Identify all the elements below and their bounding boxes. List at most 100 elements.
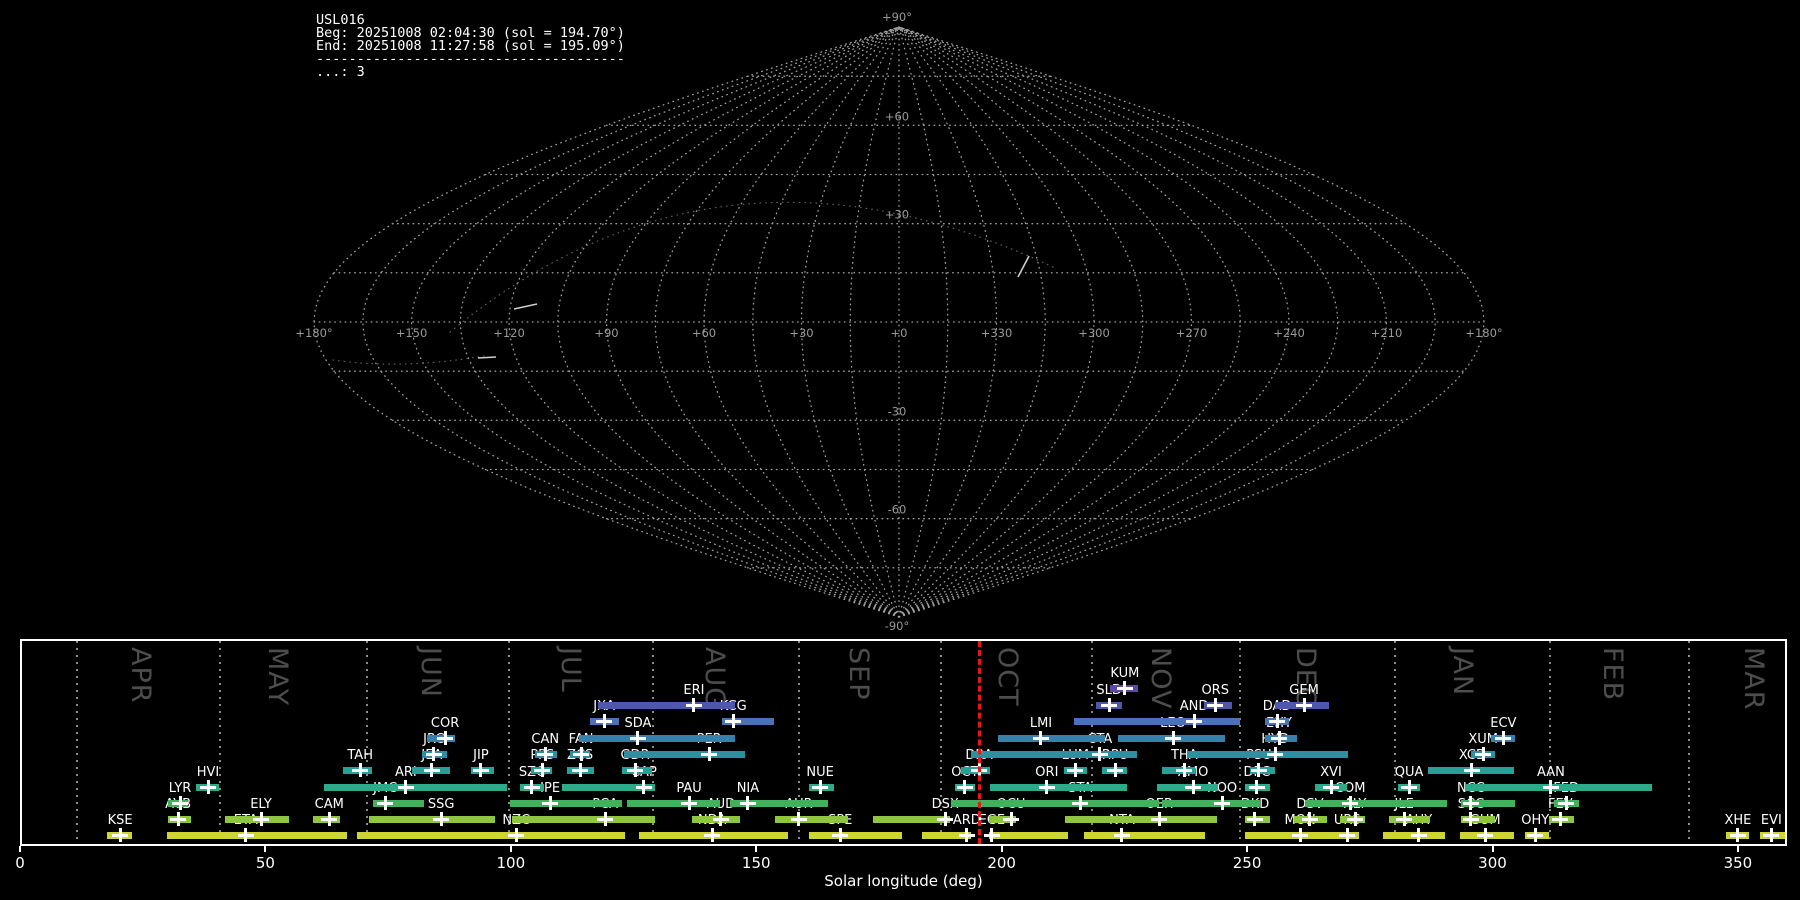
shower-label: JIP	[473, 748, 489, 763]
x-tick	[1491, 846, 1494, 852]
shower-peak-marker	[1116, 681, 1133, 695]
month-label: MAR	[1738, 647, 1770, 711]
shower-label: PAU	[676, 781, 702, 796]
shower-peak-marker	[1301, 812, 1318, 826]
shower-peak-marker	[542, 796, 559, 810]
shower-peak-marker	[1067, 763, 1084, 777]
x-tick-label: 100	[496, 854, 526, 872]
shower-label: CAN	[531, 732, 560, 747]
lon-tick-label: +210	[1371, 326, 1403, 340]
x-tick-label: 150	[741, 854, 771, 872]
month-gridline	[366, 641, 369, 844]
shower-peak-marker	[1323, 780, 1340, 794]
month-gridline	[218, 641, 221, 844]
shower-peak-marker	[1342, 796, 1359, 810]
shower-peak-marker	[1214, 796, 1231, 810]
shower-peak-marker	[983, 828, 1000, 842]
shower-bar	[323, 783, 507, 791]
shower-peak-marker	[1185, 780, 1202, 794]
x-axis-title: Solar longitude (deg)	[824, 872, 983, 890]
shower-peak-marker	[1113, 828, 1130, 842]
activity-timeline: APRMAYJUNJULAUGSEPOCTNOVDECJANFEBMARKSEE…	[20, 639, 1787, 846]
lon-tick-label: +90	[594, 326, 618, 340]
graticule-meridian	[557, 26, 900, 618]
shower-peak-marker	[635, 780, 652, 794]
shower-peak-marker	[958, 828, 975, 842]
shower-peak-marker	[1558, 796, 1575, 810]
shower-label: GEM	[1289, 683, 1319, 698]
shower-peak-marker	[832, 828, 849, 842]
shower-peak-marker	[170, 812, 187, 826]
x-tick-label: 0	[15, 854, 25, 872]
shower-peak-marker	[1542, 780, 1559, 794]
shower-peak-marker	[1250, 763, 1267, 777]
shower-peak-marker	[956, 780, 973, 794]
shower-peak-marker	[1296, 698, 1313, 712]
lat-tick-label: -30	[888, 404, 907, 418]
shower-bar	[166, 831, 347, 839]
shower-peak-marker	[1477, 828, 1494, 842]
shower-label: ARD	[952, 813, 981, 828]
shower-peak-marker	[1101, 698, 1118, 712]
shower-peak-marker	[573, 747, 590, 761]
lat-tick-label: +60	[885, 109, 909, 123]
shower-peak-marker	[397, 780, 414, 794]
shower-peak-marker	[352, 763, 369, 777]
shower-peak-marker	[200, 780, 217, 794]
shower-peak-marker	[437, 731, 454, 745]
graticule-meridian	[898, 26, 1046, 618]
shower-bar	[774, 815, 849, 823]
shower-peak-marker	[1107, 763, 1124, 777]
lon-tick-label: +270	[1176, 326, 1208, 340]
shower-bar	[357, 831, 626, 839]
month-gridline	[75, 641, 78, 844]
x-tick	[1000, 846, 1003, 852]
shower-label: OHY	[1521, 813, 1550, 828]
shower-peak-marker	[812, 780, 829, 794]
shower-peak-marker	[1207, 698, 1224, 712]
lon-tick-label: +60	[692, 326, 716, 340]
shower-peak-marker	[1165, 731, 1181, 745]
shower-peak-marker	[534, 763, 551, 777]
shower-peak-marker	[1038, 780, 1055, 794]
shower-bar	[988, 831, 1068, 839]
shower-label: XHE	[1724, 813, 1752, 828]
shower-peak-marker	[1401, 780, 1418, 794]
shower-peak-marker	[1292, 828, 1309, 842]
month-label: FEB	[1597, 647, 1629, 702]
shower-label: CAM	[314, 797, 344, 812]
shower-peak-marker	[685, 698, 702, 712]
lon-tick-label: +180°	[1465, 326, 1502, 340]
lon-tick-label: +150	[396, 326, 428, 340]
lon-tick-label: +240	[1273, 326, 1305, 340]
shower-peak-marker	[701, 747, 718, 761]
shower-peak-marker	[1763, 828, 1780, 842]
shower-peak-marker	[1091, 747, 1108, 761]
shower-peak-marker	[1462, 812, 1479, 826]
shower-label: ORS	[1201, 683, 1229, 698]
shower-peak-marker	[508, 828, 525, 842]
shower-peak-marker	[1267, 747, 1284, 761]
shower-peak-marker	[1186, 714, 1203, 728]
shower-label: SSG	[427, 797, 455, 812]
shower-bar	[1084, 831, 1205, 839]
shower-peak-marker	[1729, 828, 1746, 842]
shower-label: XVI	[1320, 765, 1342, 780]
shower-label: EVI	[1760, 813, 1782, 828]
shower-peak-marker	[523, 780, 540, 794]
x-tick	[1736, 846, 1739, 852]
shower-peak-marker	[790, 812, 807, 826]
shower-bar	[1073, 717, 1241, 725]
shower-peak-marker	[1495, 731, 1512, 745]
shower-peak-marker	[433, 812, 450, 826]
shower-peak-marker	[377, 796, 394, 810]
lon-tick-label: +180°	[295, 326, 332, 340]
x-tick	[509, 846, 512, 852]
month-label: SEP	[842, 647, 874, 701]
shower-peak-marker	[321, 812, 338, 826]
month-gridline	[652, 641, 655, 844]
meteor-analysis-screen: USL016 Beg: 20251008 02:04:30 (sol = 194…	[0, 0, 1800, 900]
x-tick	[264, 846, 267, 852]
month-label: NOV	[1145, 647, 1177, 710]
month-label: JAN	[1447, 647, 1479, 697]
